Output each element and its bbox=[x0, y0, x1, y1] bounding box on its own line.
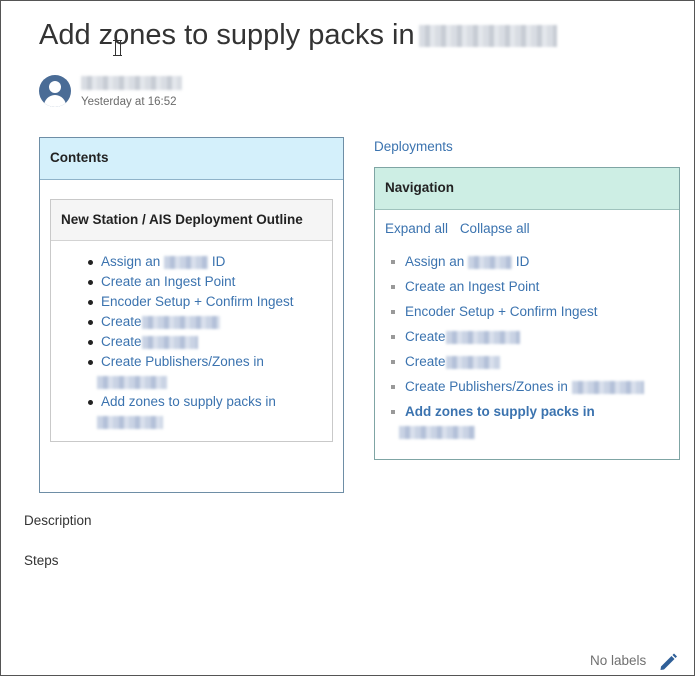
outline-item-add-zones[interactable]: Add zones to supply packs in bbox=[51, 392, 332, 432]
outline-item-assign-id[interactable]: Assign an ID bbox=[51, 252, 332, 272]
navigation-list: Assign an ID Create an Ingest Point Enco… bbox=[375, 249, 679, 442]
outline-list: Assign an ID Create an Ingest Point Enco… bbox=[51, 252, 332, 432]
description-heading: Description bbox=[24, 513, 92, 528]
expand-all-link[interactable]: Expand all bbox=[385, 221, 448, 236]
nav-item-encoder-setup[interactable]: Encoder Setup + Confirm Ingest bbox=[375, 299, 679, 324]
steps-heading: Steps bbox=[24, 553, 59, 568]
outline-item-create-ingest-point[interactable]: Create an Ingest Point bbox=[51, 272, 332, 292]
nav-item-add-zones-current[interactable]: Add zones to supply packs in bbox=[375, 402, 679, 442]
navigation-panel: Navigation Expand all Collapse all Assig… bbox=[374, 167, 680, 460]
outline-item-create-publishers-zones[interactable]: Create Publishers/Zones in bbox=[51, 352, 332, 392]
deployment-outline-box: New Station / AIS Deployment Outline Ass… bbox=[50, 199, 333, 442]
outline-item-create-b[interactable]: Create bbox=[51, 332, 332, 352]
nav-item-create-publishers-zones[interactable]: Create Publishers/Zones in bbox=[375, 374, 679, 399]
nav-item-create-a[interactable]: Create bbox=[375, 324, 679, 349]
contents-panel-header: Contents bbox=[40, 138, 343, 180]
navigation-panel-header: Navigation bbox=[375, 168, 679, 210]
parent-page-link[interactable]: Deployments bbox=[374, 139, 453, 154]
nav-item-create-ingest-point[interactable]: Create an Ingest Point bbox=[375, 274, 679, 299]
collapse-all-link[interactable]: Collapse all bbox=[460, 221, 530, 236]
nav-item-create-b[interactable]: Create bbox=[375, 349, 679, 374]
contents-panel: Contents New Station / AIS Deployment Ou… bbox=[39, 137, 344, 493]
labels-status: No labels bbox=[590, 653, 647, 668]
redacted-title-text bbox=[418, 25, 557, 47]
text-cursor-icon bbox=[113, 40, 122, 56]
post-timestamp: Yesterday at 16:52 bbox=[81, 96, 177, 108]
nav-item-assign-id[interactable]: Assign an ID bbox=[375, 249, 679, 274]
deployment-outline-title: New Station / AIS Deployment Outline bbox=[51, 200, 332, 241]
navigation-actions: Expand all Collapse all bbox=[385, 221, 530, 236]
outline-item-create-a[interactable]: Create bbox=[51, 312, 332, 332]
user-avatar-icon[interactable] bbox=[39, 75, 71, 107]
pencil-icon[interactable] bbox=[658, 652, 678, 670]
page-frame: Add zones to supply packs in Yesterday a… bbox=[0, 0, 695, 676]
redacted-author-name[interactable] bbox=[81, 76, 182, 90]
outline-item-encoder-setup[interactable]: Encoder Setup + Confirm Ingest bbox=[51, 292, 332, 312]
